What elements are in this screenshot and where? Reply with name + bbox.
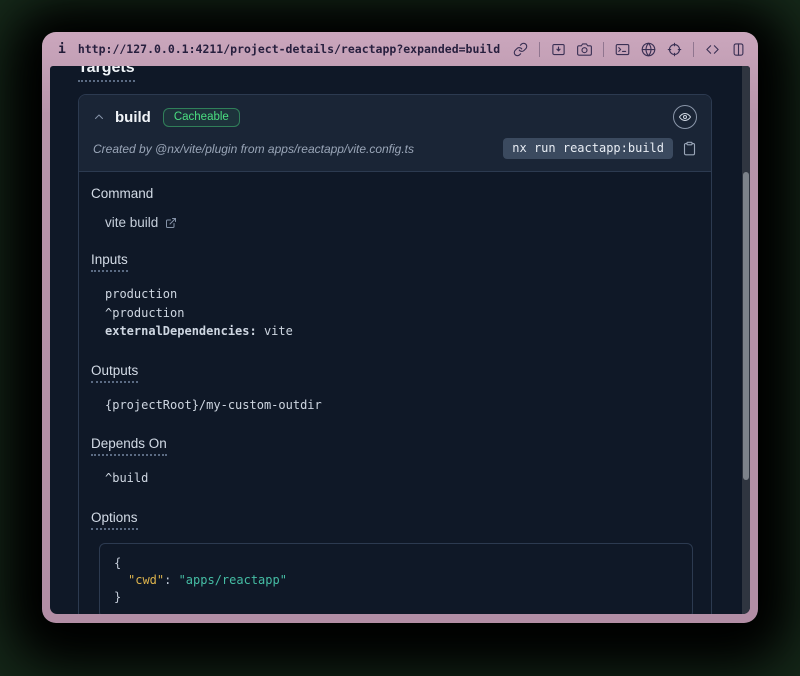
target-name-build[interactable]: build <box>115 109 151 126</box>
options-json-block: { "cwd": "apps/reactapp" } <box>99 543 693 615</box>
outputs-section-label: Outputs <box>91 363 699 383</box>
build-card-header: build Cacheable Created by @nx/vite/plug… <box>79 95 711 172</box>
cacheable-badge: Cacheable <box>163 108 240 127</box>
depends-on-section-label: Depends On <box>91 436 699 456</box>
browser-viewport: Targets build Cacheable <box>50 66 750 614</box>
info-icon: i <box>58 42 66 57</box>
target-card-build: build Cacheable Created by @nx/vite/plug… <box>78 94 712 614</box>
camera-icon[interactable] <box>577 42 592 57</box>
json-line: } <box>114 589 678 606</box>
options-section-label: Options <box>91 510 699 530</box>
scrollbar-thumb[interactable] <box>743 172 749 480</box>
terminal-icon[interactable] <box>615 42 630 57</box>
code-icon[interactable] <box>705 42 720 57</box>
browser-window: i http://127.0.0.1:4211/project-details/… <box>42 32 758 623</box>
toolbar-divider <box>539 42 540 57</box>
inputs-section-label: Inputs <box>91 252 699 272</box>
command-section-label: Command <box>91 186 699 201</box>
targets-heading: Targets <box>78 66 742 82</box>
download-icon[interactable] <box>551 42 566 57</box>
chevron-up-icon[interactable] <box>93 111 105 123</box>
json-line: "cwd": "apps/reactapp" <box>114 572 678 589</box>
output-item: {projectRoot}/my-custom-outdir <box>105 396 699 415</box>
input-item: ^production <box>105 304 699 323</box>
build-card-body: Command vite build Inputs production ^pr… <box>79 172 711 614</box>
url-text[interactable]: http://127.0.0.1:4211/project-details/re… <box>78 42 513 56</box>
created-by-text: Created by @nx/vite/plugin from apps/rea… <box>93 142 414 156</box>
view-details-button[interactable] <box>673 105 697 129</box>
command-value: vite build <box>105 215 699 230</box>
toolbar-icon-group <box>513 42 746 57</box>
split-view-icon[interactable] <box>731 42 746 57</box>
input-item: production <box>105 285 699 304</box>
globe-icon[interactable] <box>641 42 656 57</box>
crosshair-icon[interactable] <box>667 42 682 57</box>
copy-icon[interactable] <box>682 141 697 156</box>
scrollbar-track[interactable] <box>742 66 750 614</box>
toolbar-divider <box>603 42 604 57</box>
link-icon[interactable] <box>513 42 528 57</box>
browser-toolbar: i http://127.0.0.1:4211/project-details/… <box>50 32 750 66</box>
project-details-page: Targets build Cacheable <box>50 66 742 614</box>
input-item: externalDependencies: vite <box>105 322 699 341</box>
run-command-chip: nx run reactapp:build <box>503 138 673 159</box>
toolbar-divider <box>693 42 694 57</box>
external-link-icon[interactable] <box>165 217 177 229</box>
depends-on-item: ^build <box>105 469 699 488</box>
json-line: { <box>114 555 678 572</box>
